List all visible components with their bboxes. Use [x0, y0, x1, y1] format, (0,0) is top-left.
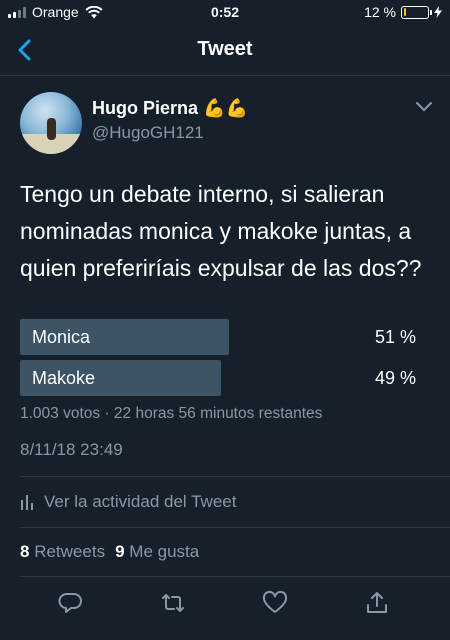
- action-bar: [0, 590, 450, 620]
- tweet-line: quien preferiríais expulsar de las dos??: [20, 255, 422, 281]
- author-name-text: Hugo Pierna: [92, 98, 199, 118]
- poll-option-percent: 51 %: [374, 327, 416, 347]
- battery-percent: 12 %: [364, 4, 396, 20]
- poll-option-monica[interactable]: Monica 51 %: [20, 319, 430, 355]
- poll: Monica 51 % Makoke 49 %: [20, 319, 430, 401]
- poll-option-label: Makoke: [32, 368, 96, 388]
- poll-meta: 1.003 votos · 22 horas 56 minutos restan…: [20, 405, 323, 422]
- author-name[interactable]: Hugo Pierna 💪💪: [92, 98, 248, 119]
- likes-count: 9: [115, 542, 125, 561]
- tweet-stats: 8 Retweets 9 Me gusta: [20, 542, 199, 562]
- tweet-activity-link[interactable]: Ver la actividad del Tweet: [20, 490, 236, 514]
- divider: [20, 527, 450, 528]
- retweets-stat[interactable]: 8 Retweets: [20, 542, 105, 562]
- retweets-count: 8: [20, 542, 30, 561]
- flexed-biceps-emoji: 💪💪: [203, 98, 248, 118]
- tweet-text: Tengo un debate interno, si salieran nom…: [20, 176, 440, 287]
- divider: [20, 576, 450, 577]
- author-handle[interactable]: @HugoGH121: [92, 123, 204, 143]
- nav-bar: Tweet: [0, 24, 450, 76]
- likes-label: Me gusta: [129, 542, 200, 561]
- chevron-down-icon[interactable]: [416, 102, 432, 112]
- activity-label: Ver la actividad del Tweet: [44, 492, 237, 511]
- tweet-timestamp: 8/11/18 23:49: [20, 440, 123, 459]
- reply-icon[interactable]: [58, 590, 84, 616]
- avatar[interactable]: [20, 92, 82, 154]
- tweet-line: nominadas monica y makoke juntas, a: [20, 218, 412, 244]
- status-bar: Orange 0:52 12 %: [0, 0, 450, 24]
- charging-icon: [434, 6, 442, 18]
- divider: [20, 476, 450, 477]
- share-icon[interactable]: [364, 590, 390, 616]
- analytics-icon: [21, 495, 33, 510]
- retweets-label: Retweets: [34, 542, 106, 561]
- poll-option-makoke[interactable]: Makoke 49 %: [20, 360, 430, 396]
- tweet-header: Hugo Pierna 💪💪 @HugoGH121: [0, 86, 450, 158]
- poll-option-label: Monica: [32, 327, 91, 347]
- battery-icon: [401, 5, 432, 19]
- retweet-icon[interactable]: [160, 590, 186, 616]
- poll-option-percent: 49 %: [374, 368, 416, 388]
- tweet-line: Tengo un debate interno, si salieran: [20, 181, 385, 207]
- likes-stat[interactable]: 9 Me gusta: [115, 542, 199, 562]
- like-heart-icon[interactable]: [262, 590, 288, 616]
- page-title: Tweet: [197, 38, 253, 60]
